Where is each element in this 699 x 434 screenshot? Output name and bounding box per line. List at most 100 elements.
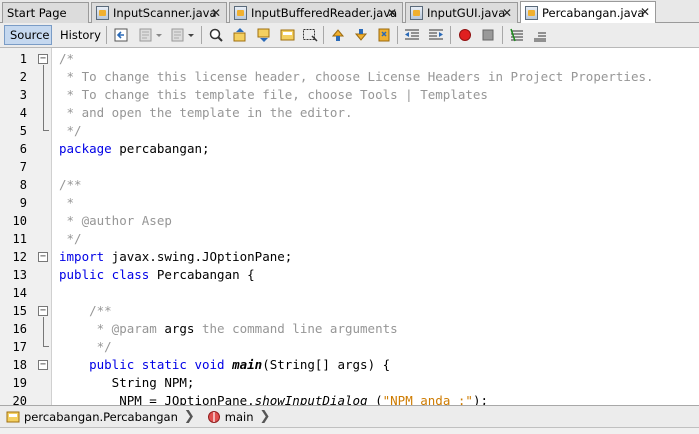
code-token: * @author Asep	[59, 213, 172, 228]
class-icon	[6, 411, 20, 422]
tab-inputgui[interactable]: InputGUI.java ✕	[405, 2, 518, 23]
code-text: /**	[59, 302, 112, 320]
code-token: (	[367, 393, 383, 405]
line-number: 11	[12, 232, 27, 246]
line-number: 20	[12, 394, 27, 405]
comment-icon[interactable]	[509, 27, 525, 43]
code-text: public static void main(String[] args) {	[59, 356, 390, 374]
tab-inputbufferedreader[interactable]: InputBufferedReader.java ✕	[229, 2, 403, 23]
line-number: 15	[12, 304, 27, 318]
code-line[interactable]: 4 * and open the template in the editor.	[0, 104, 699, 122]
toggle-rect-selection-icon[interactable]	[302, 27, 318, 43]
close-icon[interactable]: ✕	[640, 5, 650, 19]
editor-tab-bar: Start Page InputScanner.java ✕ InputBuff…	[0, 0, 699, 23]
tab-percabangan[interactable]: Percabangan.java ✕	[520, 1, 656, 23]
code-line[interactable]: 16 * @param args the command line argume…	[0, 320, 699, 338]
code-line[interactable]: 6 package percabangan;	[0, 140, 699, 158]
uncomment-icon[interactable]	[532, 27, 548, 43]
close-icon[interactable]: ✕	[502, 6, 512, 20]
tab-start-page[interactable]: Start Page	[2, 2, 89, 23]
fold-collapse-icon[interactable]: −	[38, 360, 48, 370]
code-line[interactable]: 18 − public static void main(String[] arg…	[0, 356, 699, 374]
code-text: */	[59, 230, 82, 248]
code-token: import	[59, 249, 105, 264]
code-line[interactable]: 20 NPM = JOptionPane.showInputDialog ("N…	[0, 392, 699, 405]
code-token: /*	[59, 51, 75, 66]
line-number: 1	[19, 52, 27, 66]
code-line[interactable]: 8 /**	[0, 176, 699, 194]
breadcrumb-method[interactable]: main	[207, 410, 254, 424]
code-token: javax.swing.JOptionPane;	[104, 249, 293, 264]
code-editor[interactable]: 1 − /* 2 * To change this license header, c…	[0, 48, 699, 405]
fold-collapse-icon[interactable]: −	[38, 252, 48, 262]
toggle-highlight-icon[interactable]	[280, 27, 296, 43]
line-number: 6	[19, 142, 27, 156]
code-line[interactable]: 2 * To change this license header, choos…	[0, 68, 699, 86]
code-token: showInputDialog	[254, 393, 368, 405]
code-text: * @author Asep	[59, 212, 172, 230]
code-line[interactable]: 14	[0, 284, 699, 302]
code-line[interactable]: 5 */	[0, 122, 699, 140]
line-number: 18	[12, 358, 27, 372]
stop-macro-icon[interactable]	[480, 27, 496, 43]
code-text: public class Percabangan {	[59, 266, 255, 284]
code-text: * and open the template in the editor.	[59, 104, 353, 122]
shift-left-icon[interactable]	[404, 27, 420, 43]
code-text: NPM = JOptionPane.showInputDialog ("NPM …	[59, 392, 488, 405]
chevron-down-icon[interactable]	[154, 27, 164, 43]
code-line[interactable]: 19 String NPM;	[0, 374, 699, 392]
line-number: 4	[19, 106, 27, 120]
code-text: package percabangan;	[59, 140, 210, 158]
code-token: * @param	[59, 321, 165, 336]
back-icon[interactable]	[138, 27, 154, 43]
fold-collapse-icon[interactable]: −	[38, 306, 48, 316]
toggle-bookmark-icon[interactable]	[376, 27, 392, 43]
find-icon[interactable]	[208, 27, 224, 43]
tab-inputscanner[interactable]: InputScanner.java ✕	[91, 2, 227, 23]
code-line[interactable]: 15 − /**	[0, 302, 699, 320]
fold-guide-line	[43, 65, 44, 122]
fold-collapse-icon[interactable]: −	[38, 54, 48, 64]
breadcrumb-class[interactable]: percabangan.Percabangan	[6, 410, 178, 424]
toolbar-separator	[397, 26, 398, 44]
close-icon[interactable]: ✕	[387, 6, 397, 20]
close-icon[interactable]: ✕	[211, 6, 221, 20]
last-edit-icon[interactable]	[114, 27, 130, 43]
code-line[interactable]: 10 * @author Asep	[0, 212, 699, 230]
forward-icon[interactable]	[170, 27, 186, 43]
navigation-breadcrumb: percabangan.Percabangan ❯ main ❯	[0, 405, 699, 427]
code-line[interactable]: 7	[0, 158, 699, 176]
line-number: 9	[19, 196, 27, 210]
code-line[interactable]: 3 * To change this template file, choose…	[0, 86, 699, 104]
java-file-icon	[525, 5, 538, 20]
code-token: percabangan;	[111, 141, 210, 156]
code-text: String NPM;	[59, 374, 195, 392]
code-line[interactable]: 12 − import javax.swing.JOptionPane;	[0, 248, 699, 266]
code-token: * To change this license header, choose …	[59, 69, 654, 84]
code-token: * and open the template in the editor.	[59, 105, 353, 120]
code-text: import javax.swing.JOptionPane;	[59, 248, 292, 266]
find-next-icon[interactable]	[256, 27, 272, 43]
previous-bookmark-icon[interactable]	[330, 27, 346, 43]
find-previous-icon[interactable]	[232, 27, 248, 43]
shift-right-icon[interactable]	[428, 27, 444, 43]
code-line[interactable]: 9 *	[0, 194, 699, 212]
line-number: 8	[19, 178, 27, 192]
line-number: 17	[12, 340, 27, 354]
history-button[interactable]: History	[55, 25, 101, 45]
line-number: 12	[12, 250, 27, 264]
next-bookmark-icon[interactable]	[353, 27, 369, 43]
source-button[interactable]: Source	[4, 25, 52, 45]
breadcrumb-label: main	[224, 409, 254, 424]
code-token: */	[59, 231, 82, 246]
code-text: *	[59, 194, 75, 212]
code-line[interactable]: 17 */	[0, 338, 699, 356]
code-line[interactable]: 1 − /*	[0, 50, 699, 68]
code-token: public class	[59, 267, 150, 282]
code-line[interactable]: 11 */	[0, 230, 699, 248]
code-token: args	[164, 321, 195, 336]
code-line[interactable]: 13 public class Percabangan {	[0, 266, 699, 284]
start-macro-icon[interactable]	[457, 27, 473, 43]
chevron-down-icon[interactable]	[186, 27, 196, 43]
